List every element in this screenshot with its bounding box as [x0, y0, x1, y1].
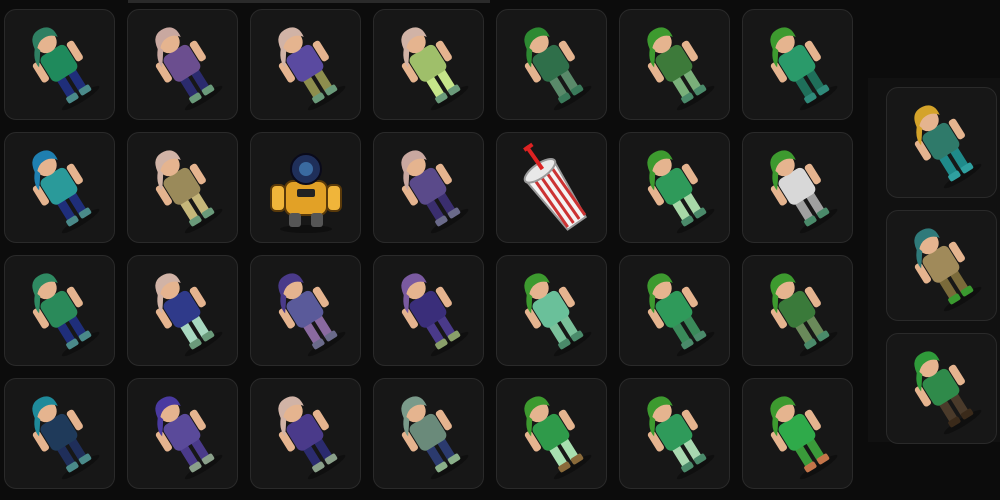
avatar-explorer-icon: [914, 228, 982, 312]
avatar-tile-19[interactable]: [496, 255, 607, 366]
avatar-pink-hair-skirt-icon: [278, 396, 346, 480]
avatar-blue-hair-icon: [32, 150, 100, 234]
avatar-tile-28[interactable]: [742, 378, 853, 489]
avatar-sage-hair-icon: [401, 396, 469, 480]
avatar-green-gown-icon: [647, 396, 715, 480]
avatar-tile-18[interactable]: [373, 255, 484, 366]
avatar-teal-hat-icon: [32, 27, 100, 111]
avatar-green-hair-white-icon: [770, 150, 838, 234]
avatar-green-bear-icon: [770, 396, 838, 480]
robot-mech-icon: [270, 153, 342, 233]
side-avatar-tile-2[interactable]: [886, 210, 997, 321]
avatar-purple-suit-icon: [401, 273, 469, 357]
avatar-green-hair-mint-icon: [524, 273, 592, 357]
avatar-green-apron-icon: [524, 396, 592, 480]
avatar-green-hair-bear-icon: [647, 27, 715, 111]
avatar-pink-hair-olive-icon: [155, 150, 223, 234]
avatar-green-hair-teal-icon: [770, 27, 838, 111]
avatar-tile-20[interactable]: [619, 255, 730, 366]
avatar-green-hair-olive-icon: [770, 273, 838, 357]
side-panel: [868, 78, 1000, 444]
avatar-tile-10[interactable]: [250, 132, 361, 243]
avatar-tile-1[interactable]: [4, 9, 115, 120]
avatar-tile-9[interactable]: [127, 132, 238, 243]
avatar-teal-bun-icon: [32, 396, 100, 480]
avatar-tile-11[interactable]: [373, 132, 484, 243]
avatar-green-cap-icon: [914, 351, 982, 435]
avatar-green-hair-icon: [524, 27, 592, 111]
avatar-tile-8[interactable]: [4, 132, 115, 243]
avatar-pink-hair-violet-icon: [401, 150, 469, 234]
avatar-tile-27[interactable]: [619, 378, 730, 489]
avatar-tile-21[interactable]: [742, 255, 853, 366]
avatar-tile-15[interactable]: [4, 255, 115, 366]
avatar-tile-13[interactable]: [619, 132, 730, 243]
avatar-tile-6[interactable]: [619, 9, 730, 120]
avatar-green-hair-dress-icon: [647, 273, 715, 357]
avatar-grid: [0, 0, 853, 489]
avatar-straw-hat-icon: [914, 105, 982, 189]
avatar-tile-16[interactable]: [127, 255, 238, 366]
milkshake-cup-icon: [523, 142, 587, 231]
avatar-tile-3[interactable]: [250, 9, 361, 120]
avatar-pink-hair-blue-icon: [278, 27, 346, 111]
avatar-tile-25[interactable]: [373, 378, 484, 489]
avatar-tile-12[interactable]: [496, 132, 607, 243]
avatar-violet-hair-icon: [155, 396, 223, 480]
avatar-pink-hair-lime-icon: [401, 27, 469, 111]
avatar-tile-24[interactable]: [250, 378, 361, 489]
avatar-green-pigtails-icon: [647, 150, 715, 234]
avatar-purple-hat-icon: [278, 273, 346, 357]
avatar-pink-hair-navy-icon: [155, 273, 223, 357]
avatar-tile-7[interactable]: [742, 9, 853, 120]
avatar-tile-5[interactable]: [496, 9, 607, 120]
avatar-tile-17[interactable]: [250, 255, 361, 366]
avatar-pink-hair-purple-icon: [155, 27, 223, 111]
side-avatar-column: [886, 87, 997, 444]
avatar-tile-23[interactable]: [127, 378, 238, 489]
avatar-tile-4[interactable]: [373, 9, 484, 120]
side-avatar-tile-3[interactable]: [886, 333, 997, 444]
avatar-tile-14[interactable]: [742, 132, 853, 243]
avatar-tile-26[interactable]: [496, 378, 607, 489]
side-avatar-tile-1[interactable]: [886, 87, 997, 198]
avatar-tile-22[interactable]: [4, 378, 115, 489]
avatar-tile-2[interactable]: [127, 9, 238, 120]
avatar-teal-cap-icon: [32, 273, 100, 357]
